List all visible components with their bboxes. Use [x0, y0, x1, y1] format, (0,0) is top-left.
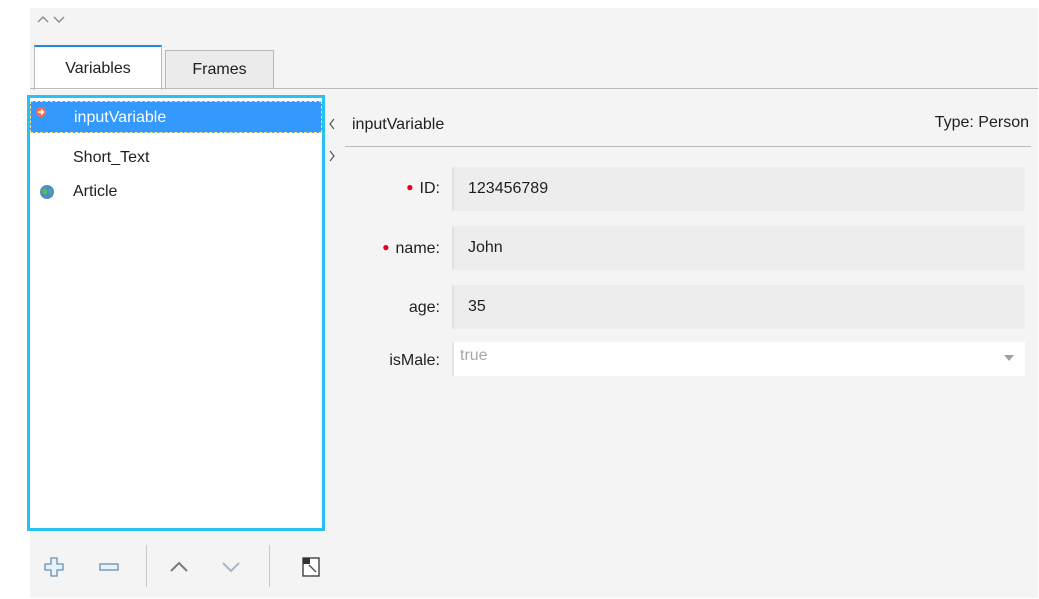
field-label-id: ● ID: — [406, 180, 440, 197]
required-marker-icon: ● — [382, 240, 390, 254]
name-field[interactable]: John — [452, 226, 1025, 270]
input-arrow-icon — [36, 107, 46, 117]
variables-list[interactable]: inputVariable Short_Text Article — [27, 95, 325, 531]
detail-type-label: Type: Person — [934, 114, 1029, 131]
required-marker-icon: ● — [406, 180, 414, 194]
move-down-icon[interactable] — [219, 555, 243, 579]
list-item-article[interactable]: Article — [30, 176, 322, 208]
globe-icon — [40, 185, 54, 199]
remove-icon[interactable] — [97, 555, 121, 579]
collapse-expand-arrows-icon[interactable] — [36, 11, 76, 27]
list-item-label: inputVariable — [74, 109, 167, 126]
list-item-short-text[interactable]: Short_Text — [30, 142, 322, 174]
tab-variables[interactable]: Variables — [34, 45, 162, 90]
ismale-select[interactable]: true — [452, 342, 1025, 376]
tab-frames[interactable]: Frames — [165, 50, 274, 89]
toolbar-separator — [269, 545, 270, 587]
detail-variable-name: inputVariable — [352, 116, 445, 133]
chevron-right-icon[interactable] — [327, 149, 337, 163]
toolbar-separator — [146, 545, 147, 587]
age-field[interactable]: 35 — [452, 285, 1025, 329]
list-item-label: Article — [73, 183, 118, 200]
tab-divider — [30, 88, 1038, 89]
chevron-down-icon — [1004, 355, 1014, 361]
move-up-icon[interactable] — [167, 555, 191, 579]
add-icon[interactable] — [42, 555, 66, 579]
field-label-ismale: isMale: — [389, 352, 440, 369]
detail-divider — [345, 146, 1031, 147]
list-item-label: Short_Text — [73, 149, 150, 166]
edit-icon[interactable] — [299, 555, 323, 579]
id-field[interactable]: 123456789 — [452, 167, 1025, 211]
field-label-age: age: — [408, 299, 440, 316]
ismale-select-value: true — [460, 347, 488, 364]
chevron-left-icon[interactable] — [327, 117, 337, 131]
list-item-inputvariable[interactable]: inputVariable — [30, 101, 322, 133]
field-label-name: ● name: — [382, 240, 440, 257]
